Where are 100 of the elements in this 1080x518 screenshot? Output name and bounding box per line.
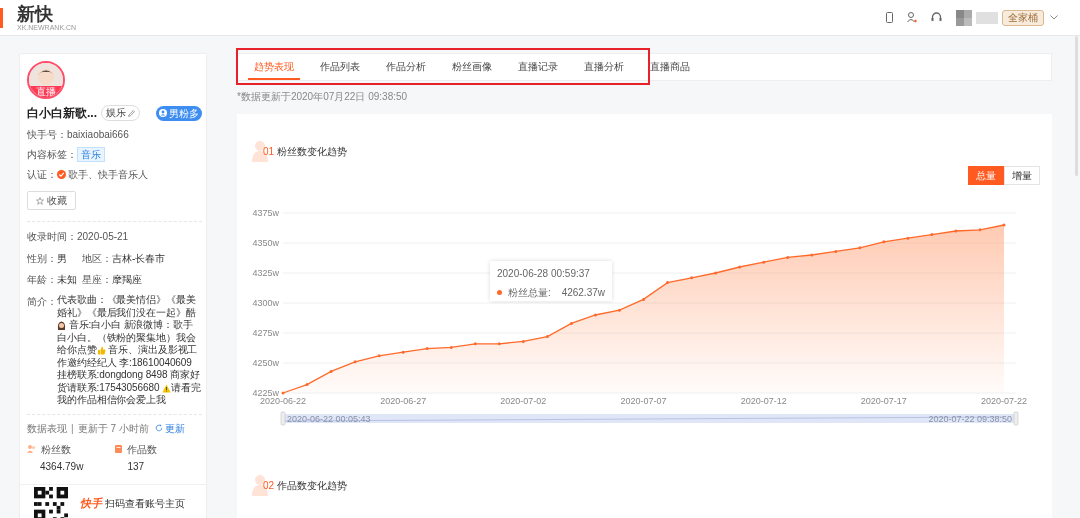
phone-icon[interactable] <box>886 12 893 23</box>
range-start-label: 2020-06-22 00:05:43 <box>287 414 371 424</box>
field-label: 认证： <box>27 168 57 182</box>
data-point[interactable] <box>882 240 886 244</box>
data-point[interactable] <box>281 391 285 395</box>
chevron-down-icon[interactable] <box>1050 15 1058 20</box>
tab[interactable]: 粉丝画像 <box>446 54 498 80</box>
tooltip-series: 粉丝总量: <box>508 286 551 300</box>
data-point[interactable] <box>762 260 766 264</box>
data-point[interactable] <box>906 236 910 240</box>
data-point[interactable] <box>1002 223 1006 227</box>
y-tick-label: 4325w <box>252 268 279 278</box>
tooltip-time: 2020-06-28 00:59:37 <box>497 267 591 281</box>
field-label: 快手号： <box>27 128 67 142</box>
accent-bar <box>0 7 3 28</box>
field-value: baixiaobai666 <box>67 128 129 142</box>
data-point[interactable] <box>954 229 958 233</box>
field-value: 摩羯座 <box>112 273 142 287</box>
qr-code-icon[interactable] <box>34 486 68 518</box>
data-point[interactable] <box>353 360 357 364</box>
tab[interactable]: 直播分析 <box>578 54 630 80</box>
fans-icon <box>27 445 36 453</box>
data-point[interactable] <box>593 313 597 317</box>
data-point[interactable] <box>497 342 501 346</box>
field-value: 未知 <box>57 273 77 287</box>
recorded-date: 收录时间：2020-05-21 <box>27 230 130 244</box>
update-time: 更新于 7 小时前 <box>77 421 149 436</box>
tab[interactable]: 直播商品 <box>644 54 696 80</box>
data-point[interactable] <box>930 233 934 237</box>
data-point[interactable] <box>569 321 573 325</box>
y-tick-label: 4275w <box>252 328 279 338</box>
data-point[interactable] <box>545 335 549 339</box>
verified-icon <box>57 170 66 179</box>
avatar[interactable]: 直播 <box>27 61 65 99</box>
data-point[interactable] <box>377 354 381 358</box>
data-point[interactable] <box>473 342 477 346</box>
data-point[interactable] <box>810 253 814 257</box>
content-tag[interactable]: 音乐 <box>77 147 105 162</box>
logo[interactable]: 新快 <box>17 4 77 23</box>
data-point[interactable] <box>714 271 718 275</box>
data-point[interactable] <box>329 369 333 373</box>
separator: | <box>71 421 74 436</box>
field-label: 简介： <box>27 295 57 309</box>
section-title: 作品数变化趋势 <box>277 478 348 493</box>
data-point[interactable] <box>858 246 862 250</box>
document-icon <box>114 445 122 453</box>
range-end-label: 2020-07-22 09:38:50 <box>928 414 1012 424</box>
y-tick-label: 4350w <box>252 238 279 248</box>
data-point[interactable] <box>786 255 790 259</box>
collect-button[interactable]: 收藏 <box>27 191 76 210</box>
headset-icon[interactable] <box>931 12 942 23</box>
user-icon <box>159 109 167 117</box>
data-point[interactable] <box>425 347 429 351</box>
bio-text: 代表歌曲：《最美情侣》《最美婚礼》《最后我们没在一起》酷 音乐:白小白 新浪微博：歌手白小白。（铁粉的聚集地）我会给你点赞 音乐、演出及影视工作邀约经纪人 李:18610040609 挂榜联系:dongdong 8498 商家好货请联系:17543056680 请看完我的作品相信你会爱上我 <box>57 294 202 407</box>
section-number: 01 <box>263 144 275 159</box>
data-point[interactable] <box>521 339 525 343</box>
star-icon <box>36 196 44 205</box>
warning-icon <box>162 383 172 393</box>
tab[interactable]: 直播记录 <box>512 54 564 80</box>
field-label: 星座： <box>82 273 112 287</box>
x-tick-label: 2020-07-07 <box>620 396 667 406</box>
y-tick-label: 4225w <box>252 388 279 398</box>
data-point[interactable] <box>401 350 405 354</box>
tab[interactable]: 作品列表 <box>314 54 366 80</box>
thumbs-up-icon <box>96 346 106 355</box>
toggle-button[interactable]: 增量 <box>1004 166 1040 185</box>
data-point[interactable] <box>690 276 694 280</box>
data-point[interactable] <box>449 345 453 349</box>
user-icon[interactable] <box>907 12 917 23</box>
blurred-avatar[interactable] <box>956 9 972 26</box>
stat-label: 作品数 <box>126 442 157 457</box>
girl-emoji-icon <box>57 321 66 330</box>
scan-hint: 扫码查看账号主页 <box>105 497 185 511</box>
y-tick-label: 4250w <box>252 358 279 368</box>
refresh-icon <box>154 424 163 432</box>
x-tick-label: 2020-07-22 <box>981 396 1027 406</box>
data-point[interactable] <box>642 297 645 301</box>
stat-label: 粉丝数 <box>41 442 71 457</box>
data-point[interactable] <box>738 265 742 269</box>
section-number: 02 <box>263 478 275 493</box>
field-label: 内容标签： <box>27 148 77 162</box>
stat-value: 137 <box>127 459 146 474</box>
refresh-button[interactable]: 更新 <box>154 420 185 436</box>
data-point[interactable] <box>834 249 838 253</box>
field-value: 吉林-长春市 <box>112 252 166 266</box>
field-label: 地区： <box>82 252 112 266</box>
plan-badge[interactable]: 全家桶 <box>1002 9 1044 26</box>
range-slider[interactable] <box>280 411 1019 426</box>
field-label: 年龄： <box>27 273 57 287</box>
data-point[interactable] <box>305 383 309 387</box>
data-point[interactable] <box>666 281 670 285</box>
data-point[interactable] <box>617 308 621 312</box>
y-tick-label: 4375w <box>252 208 279 218</box>
x-tick-label: 2020-07-17 <box>860 396 907 406</box>
x-tick-label: 2020-06-27 <box>380 396 427 406</box>
tab[interactable]: 作品分析 <box>380 54 432 80</box>
pencil-icon[interactable] <box>128 109 135 117</box>
field-label: 性别： <box>27 252 57 266</box>
live-badge: 直播 <box>29 86 63 97</box>
data-point[interactable] <box>978 228 982 232</box>
